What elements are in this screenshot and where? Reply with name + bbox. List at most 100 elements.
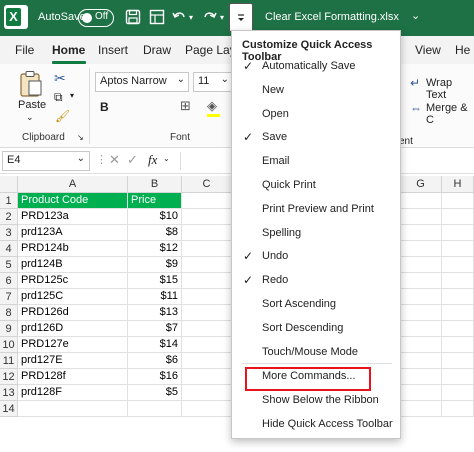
empty-cell[interactable] <box>442 225 474 241</box>
row-header[interactable]: 3 <box>0 225 18 241</box>
column-header-a[interactable]: A <box>18 176 128 193</box>
document-title[interactable]: Clear Excel Formatting.xlsx <box>265 11 399 23</box>
price-cell[interactable]: $11 <box>128 289 182 305</box>
product-code-cell[interactable]: prd127E <box>18 353 128 369</box>
fx-dropdown-icon[interactable]: ⌄ <box>163 154 170 163</box>
price-cell[interactable]: $12 <box>128 241 182 257</box>
font-name-combo[interactable]: Aptos Narrow ⌄ <box>95 72 189 92</box>
empty-cell[interactable] <box>400 337 442 353</box>
menu-item-print-preview-and-print[interactable]: Print Preview and Print <box>232 199 400 221</box>
price-cell[interactable]: $15 <box>128 273 182 289</box>
tab-help[interactable]: He <box>455 43 470 57</box>
row-header[interactable]: 14 <box>0 401 18 417</box>
column-header-g[interactable]: G <box>400 176 442 193</box>
price-cell[interactable]: $9 <box>128 257 182 273</box>
paste-icon[interactable] <box>18 70 44 98</box>
product-code-cell[interactable]: prd123A <box>18 225 128 241</box>
merge-center-label[interactable]: Merge & C <box>426 102 474 126</box>
empty-cell[interactable] <box>400 209 442 225</box>
empty-cell[interactable] <box>400 305 442 321</box>
copy-icon[interactable]: ⧉ <box>54 90 63 105</box>
row-header[interactable]: 9 <box>0 321 18 337</box>
menu-item-show-below-the-ribbon[interactable]: Show Below the Ribbon <box>232 390 400 412</box>
empty-cell[interactable] <box>400 241 442 257</box>
menu-item-open[interactable]: Open <box>232 104 400 126</box>
menu-item-quick-print[interactable]: Quick Print <box>232 175 400 197</box>
new-file-icon[interactable] <box>146 6 168 28</box>
empty-cell[interactable] <box>442 369 474 385</box>
empty-cell[interactable] <box>442 385 474 401</box>
empty-cell[interactable] <box>400 401 442 417</box>
font-size-dropdown-icon[interactable]: ⌄ <box>221 74 229 85</box>
product-code-cell[interactable]: PRD126d <box>18 305 128 321</box>
empty-cell[interactable] <box>182 209 232 225</box>
empty-cell[interactable] <box>400 225 442 241</box>
price-cell[interactable]: $10 <box>128 209 182 225</box>
menu-item-touch-mouse-mode[interactable]: Touch/Mouse Mode <box>232 342 400 364</box>
tab-insert[interactable]: Insert <box>98 43 128 57</box>
select-all-corner[interactable] <box>0 176 18 193</box>
header-cell-product-code[interactable]: Product Code <box>18 193 128 209</box>
menu-item-save[interactable]: ✓ Save <box>232 127 400 149</box>
row-header[interactable]: 7 <box>0 289 18 305</box>
row-header[interactable]: 2 <box>0 209 18 225</box>
borders-icon[interactable]: ⊞ <box>180 98 191 114</box>
product-code-cell[interactable]: PRD128f <box>18 369 128 385</box>
empty-cell[interactable] <box>400 193 442 209</box>
menu-item-automatically-save[interactable]: ✓ Automatically Save <box>232 56 400 78</box>
empty-cell[interactable] <box>442 273 474 289</box>
autosave-toggle[interactable]: Off <box>78 9 114 27</box>
menu-item-redo[interactable]: ✓ Redo <box>232 270 400 292</box>
save-icon[interactable] <box>122 6 144 28</box>
empty-cell[interactable] <box>182 401 232 417</box>
empty-cell[interactable] <box>182 369 232 385</box>
row-header[interactable]: 10 <box>0 337 18 353</box>
name-box[interactable]: E4 ⌄ <box>2 151 90 171</box>
font-size-combo[interactable]: 11 ⌄ <box>193 72 233 92</box>
fill-color-icon[interactable]: ◈ <box>207 98 217 114</box>
row-header[interactable]: 12 <box>0 369 18 385</box>
empty-cell[interactable] <box>128 401 182 417</box>
row-header[interactable]: 13 <box>0 385 18 401</box>
menu-item-new[interactable]: New <box>232 80 400 102</box>
column-header-h[interactable]: H <box>442 176 474 193</box>
empty-cell[interactable] <box>442 305 474 321</box>
empty-cell[interactable] <box>442 289 474 305</box>
tab-home[interactable]: Home <box>52 43 85 57</box>
menu-item-sort-ascending[interactable]: Sort Ascending <box>232 294 400 316</box>
copy-dropdown-icon[interactable]: ▾ <box>70 91 74 100</box>
empty-cell[interactable] <box>182 321 232 337</box>
title-chevron-down-icon[interactable]: ⌄ <box>411 9 420 22</box>
row-header[interactable]: 8 <box>0 305 18 321</box>
menu-item-spelling[interactable]: Spelling <box>232 223 400 245</box>
row-header[interactable]: 6 <box>0 273 18 289</box>
empty-cell[interactable] <box>442 257 474 273</box>
clipboard-launcher-icon[interactable]: ↘ <box>77 133 84 142</box>
header-cell-price[interactable]: Price <box>128 193 182 209</box>
menu-item-undo[interactable]: ✓ Undo <box>232 246 400 268</box>
empty-cell[interactable] <box>400 353 442 369</box>
menu-item-sort-descending[interactable]: Sort Descending <box>232 318 400 340</box>
wrap-text-icon[interactable]: ↵ <box>410 76 420 90</box>
price-cell[interactable]: $8 <box>128 225 182 241</box>
customize-qat-button[interactable] <box>229 3 253 32</box>
tab-view[interactable]: View <box>415 43 441 57</box>
empty-cell[interactable] <box>400 321 442 337</box>
empty-cell[interactable] <box>182 289 232 305</box>
price-cell[interactable]: $6 <box>128 353 182 369</box>
font-name-dropdown-icon[interactable]: ⌄ <box>177 74 185 85</box>
product-code-cell[interactable]: PRD124b <box>18 241 128 257</box>
price-cell[interactable]: $16 <box>128 369 182 385</box>
row-header[interactable]: 11 <box>0 353 18 369</box>
price-cell[interactable]: $13 <box>128 305 182 321</box>
empty-cell[interactable] <box>400 273 442 289</box>
paste-dropdown-icon[interactable]: ⌄ <box>26 112 34 123</box>
row-header[interactable]: 1 <box>0 193 18 209</box>
tab-page-layout[interactable]: Page Lay <box>185 43 236 57</box>
empty-cell[interactable] <box>182 225 232 241</box>
price-cell[interactable]: $14 <box>128 337 182 353</box>
format-painter-icon[interactable]: 🖌 <box>55 109 70 123</box>
cancel-icon[interactable]: ✕ <box>109 152 120 168</box>
empty-cell[interactable] <box>182 273 232 289</box>
row-header[interactable]: 5 <box>0 257 18 273</box>
